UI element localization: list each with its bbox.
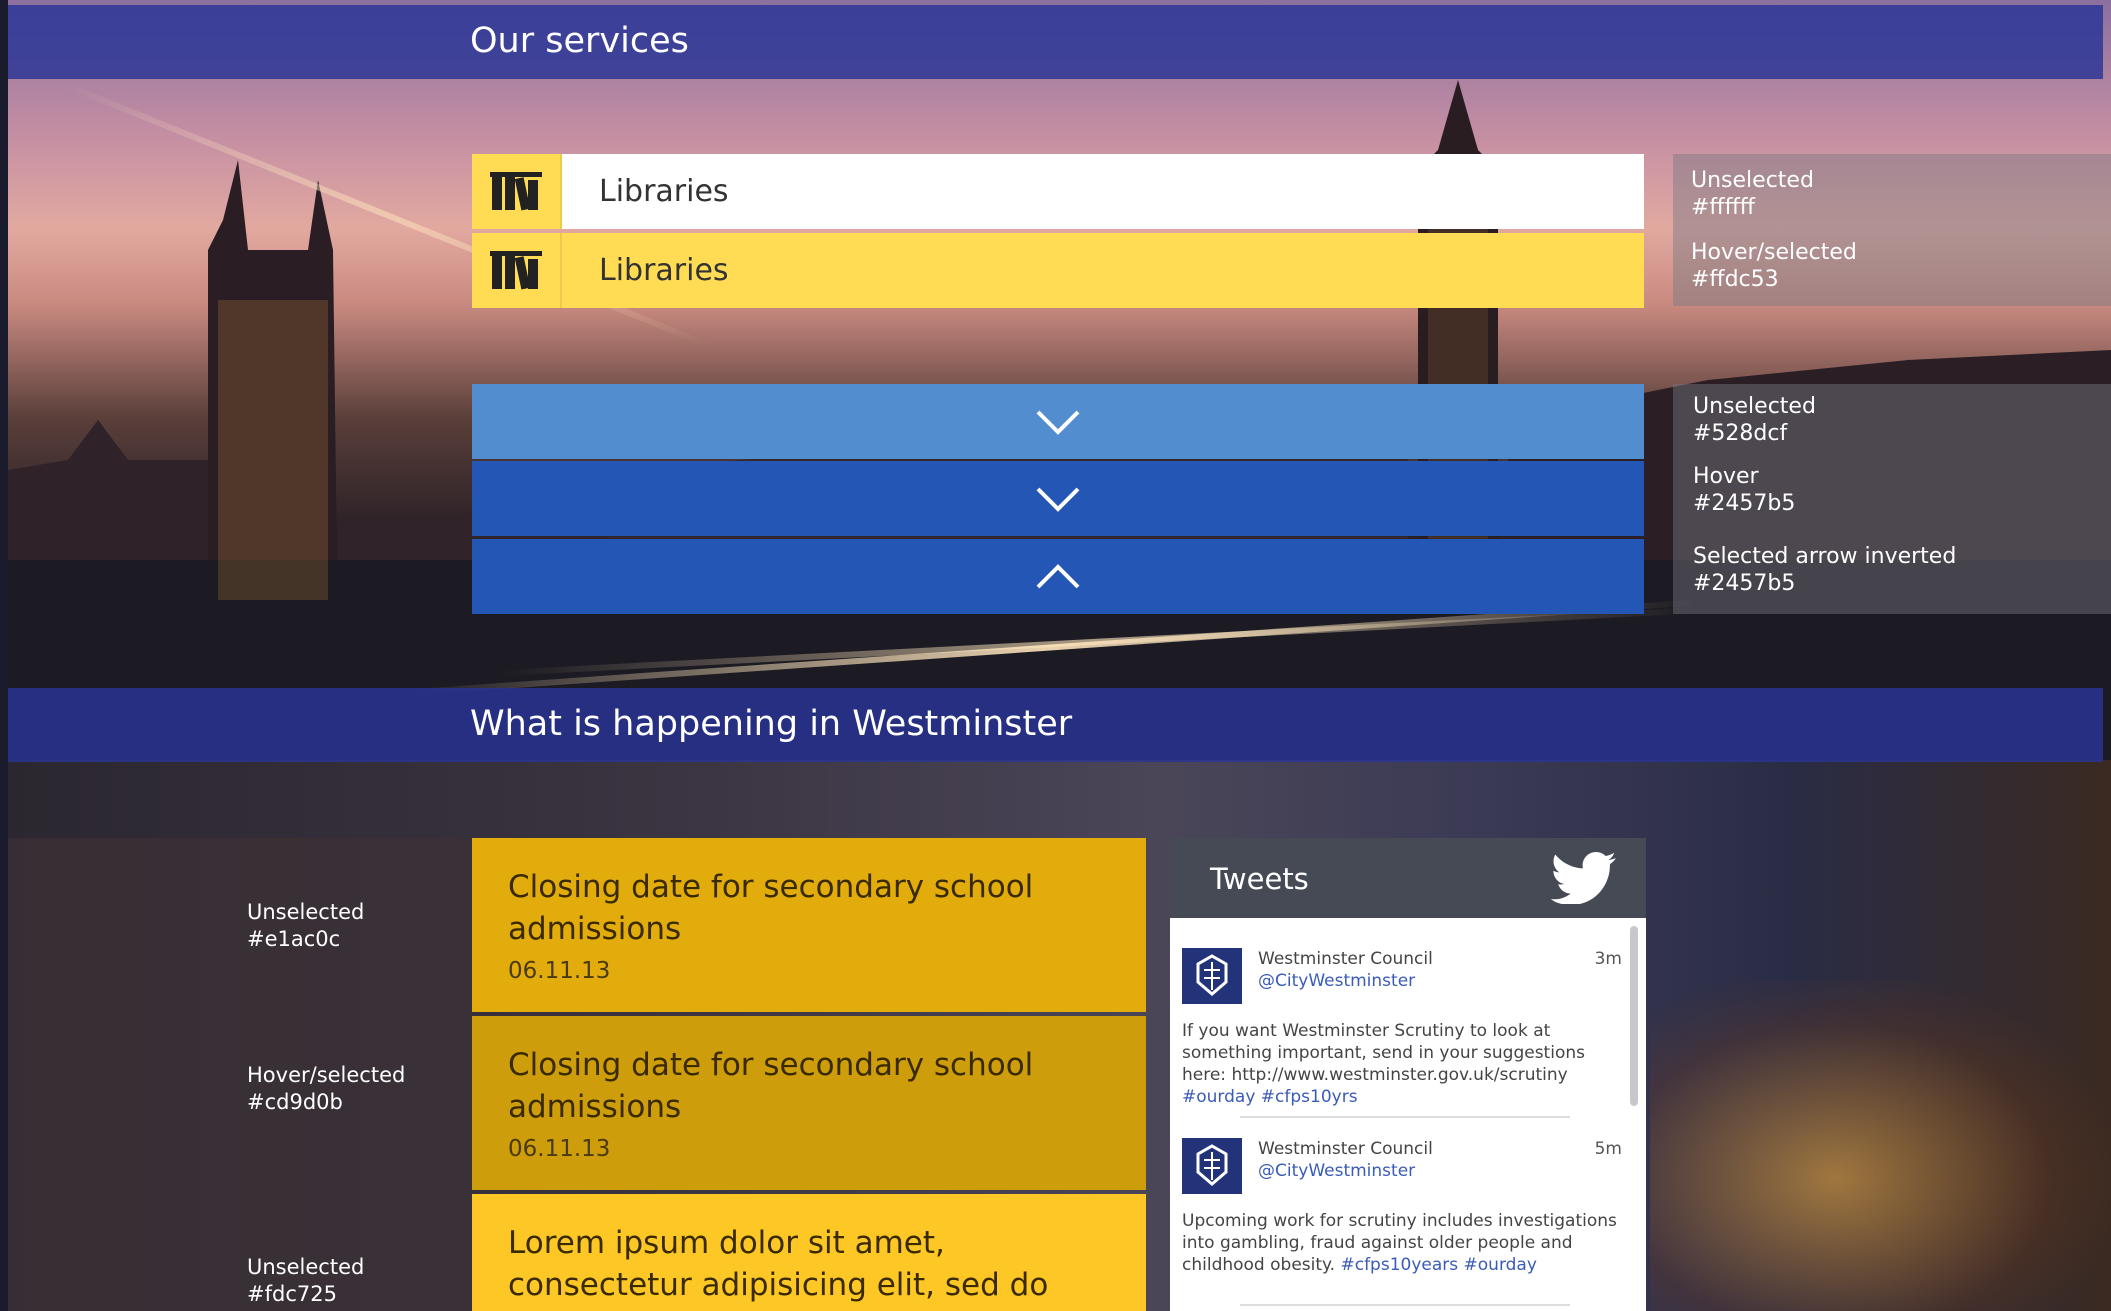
note-value: #528dcf [1693, 421, 1788, 446]
note-value: #fdc725 [247, 1282, 337, 1306]
news-card-hover[interactable]: Closing date for secondary school admiss… [472, 1016, 1146, 1190]
twitter-bird-icon[interactable] [1550, 852, 1618, 904]
news-title: Lorem ipsum dolor sit amet, consectetur … [508, 1225, 1049, 1311]
note-value: #2457b5 [1693, 571, 1796, 596]
expand-button-hover[interactable] [472, 461, 1644, 536]
tweets-panel: Tweets Westminster Council @CityWestmins… [1170, 838, 1646, 1311]
note-label: Unselected [247, 900, 365, 924]
news-card-unselected-alt[interactable]: Lorem ipsum dolor sit amet, consectetur … [472, 1194, 1146, 1311]
note-value: #ffdc53 [1691, 267, 1779, 292]
tweet-divider [1240, 1116, 1570, 1118]
tweet-hashtags[interactable]: #cfps10years #ourday [1340, 1255, 1536, 1275]
tweet-time: 5m [1594, 1139, 1622, 1159]
tweet-author-name: Westminster Council [1258, 949, 1433, 969]
note-value: #ffffff [1691, 195, 1755, 220]
tweet-time: 3m [1594, 949, 1622, 969]
tweet-item[interactable]: Westminster Council @CityWestminster 3m … [1182, 948, 1622, 1118]
tweet-author-handle[interactable]: @CityWestminster [1258, 970, 1415, 992]
note-label: Hover/selected [1691, 240, 1857, 265]
expand-button-unselected[interactable] [472, 384, 1644, 459]
library-books-icon [472, 154, 562, 229]
chevron-down-icon [1036, 487, 1080, 512]
news-card-unselected[interactable]: Closing date for secondary school admiss… [472, 838, 1146, 1012]
happening-header-bar: What is happening in Westminster [8, 688, 2103, 762]
note-value: #e1ac0c [247, 927, 341, 951]
tweets-title: Tweets [1210, 862, 1309, 896]
tweet-author-name: Westminster Council [1258, 1139, 1433, 1159]
news-date: 06.11.13 [508, 1136, 611, 1162]
happening-heading: What is happening in Westminster [470, 704, 1073, 744]
collapse-button-selected[interactable] [472, 539, 1644, 614]
westminster-crest-icon [1182, 1138, 1242, 1194]
library-books-icon [472, 233, 562, 308]
tweets-header: Tweets [1170, 838, 1646, 918]
service-item-hover[interactable]: Libraries [472, 233, 1644, 308]
tweet-text: Upcoming work for scrutiny includes inve… [1182, 1210, 1622, 1276]
note-label: Unselected [247, 1255, 365, 1279]
tweet-author-handle[interactable]: @CityWestminster [1258, 1160, 1415, 1182]
tweet-body: If you want Westminster Scrutiny to look… [1182, 1021, 1585, 1085]
chevron-up-icon [1036, 563, 1080, 588]
news-title: Closing date for secondary school admiss… [508, 1047, 1034, 1125]
tweets-scrollbar[interactable] [1630, 926, 1638, 1106]
news-date: 06.11.13 [508, 958, 611, 984]
note-value: #cd9d0b [247, 1090, 343, 1114]
service-item-unselected[interactable]: Libraries [472, 154, 1644, 229]
service-item-label: Libraries [599, 253, 729, 288]
note-label: Unselected [1691, 168, 1814, 193]
note-label: Hover/selected [247, 1063, 406, 1087]
theatre-lights [1650, 980, 2111, 1311]
service-item-label: Libraries [599, 174, 729, 209]
note-value: #2457b5 [1693, 491, 1796, 516]
note-label: Unselected [1693, 394, 1816, 419]
note-label: Selected arrow inverted [1693, 544, 1957, 569]
tweet-hashtags[interactable]: #ourday #cfps10yrs [1182, 1087, 1358, 1107]
tweet-item[interactable]: Westminster Council @CityWestminster 5m … [1182, 1138, 1622, 1288]
westminster-crest-icon [1182, 948, 1242, 1004]
style-guide-canvas: Our services Libraries Libraries Unselec… [0, 0, 2111, 1311]
services-heading: Our services [470, 21, 689, 61]
news-title: Closing date for secondary school admiss… [508, 869, 1034, 947]
tweet-text: If you want Westminster Scrutiny to look… [1182, 1020, 1622, 1108]
services-header-bar: Our services [8, 5, 2103, 79]
note-label: Hover [1693, 464, 1759, 489]
chevron-down-icon [1036, 410, 1080, 435]
tweet-divider [1240, 1304, 1570, 1306]
